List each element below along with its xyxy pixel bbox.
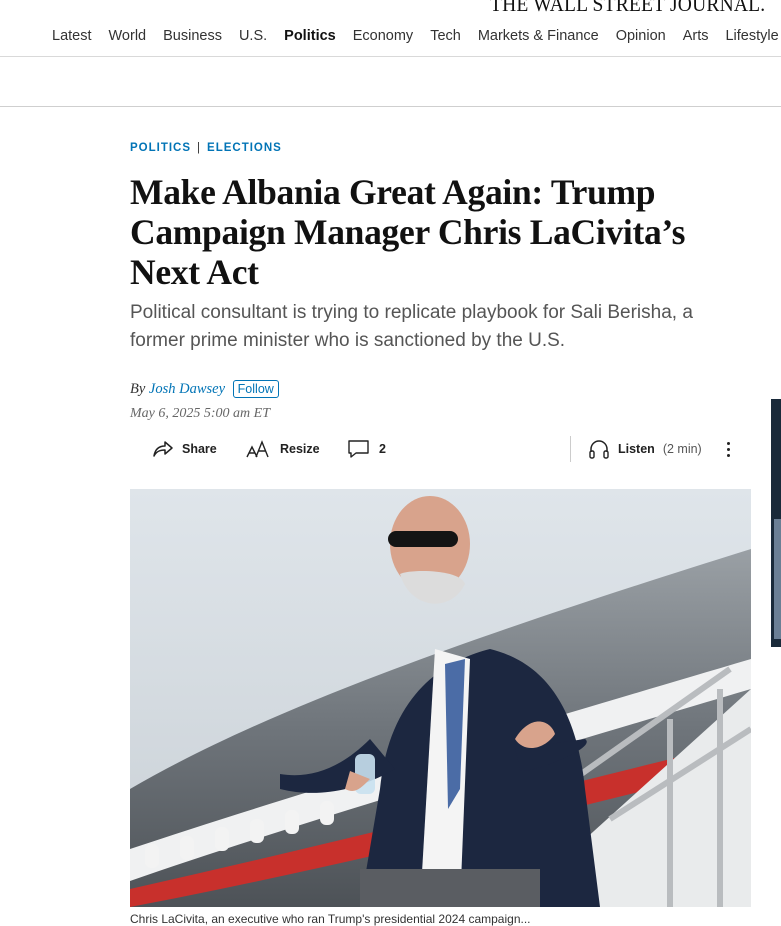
share-button[interactable]: Share — [152, 434, 217, 464]
kicker-separator: | — [197, 142, 202, 154]
nav-economy[interactable]: Economy — [353, 28, 413, 44]
resize-icon — [246, 440, 269, 458]
listen-button[interactable]: Listen (2 min) — [588, 434, 702, 464]
comment-icon — [348, 440, 369, 458]
nav-markets-finance[interactable]: Markets & Finance — [478, 28, 599, 44]
photo-caption: Chris LaCivita, an executive who ran Tru… — [130, 912, 531, 926]
masthead: THE WALL STREET JOURNAL. Latest World Bu… — [0, 0, 781, 57]
comments-count: 2 — [379, 442, 386, 456]
kicker-politics-link[interactable]: POLITICS — [130, 142, 191, 154]
nav-tech[interactable]: Tech — [430, 28, 461, 44]
nav-business[interactable]: Business — [163, 28, 222, 44]
headphones-icon — [589, 440, 609, 459]
ad-banner-slot — [0, 57, 781, 107]
publish-timestamp: May 6, 2025 5:00 am ET — [130, 406, 270, 421]
article-dek: Political consultant is trying to replic… — [130, 302, 693, 351]
toolbar-divider — [570, 436, 571, 462]
byline: By Josh Dawsey Follow — [130, 380, 279, 398]
nav-latest[interactable]: Latest — [52, 28, 92, 44]
nav-world[interactable]: World — [109, 28, 147, 44]
listen-label: Listen — [618, 442, 655, 456]
wsj-logo[interactable]: THE WALL STREET JOURNAL. — [490, 0, 765, 17]
comments-button[interactable]: 2 — [347, 434, 386, 464]
article-headline: Make Albania Great Again: Trump Campaign… — [130, 172, 686, 292]
article-toolbar: Share Resize 2 Listen (2 min) — [150, 434, 740, 464]
nav-opinion[interactable]: Opinion — [616, 28, 666, 44]
share-label: Share — [182, 442, 217, 456]
byline-prefix: By — [130, 381, 146, 397]
resize-button[interactable]: Resize — [246, 434, 320, 464]
nav-us[interactable]: U.S. — [239, 28, 267, 44]
hero-photo-illustration — [130, 489, 751, 907]
author-link[interactable]: Josh Dawsey — [149, 381, 225, 397]
nav-politics[interactable]: Politics — [284, 28, 336, 44]
follow-button[interactable]: Follow — [232, 380, 279, 398]
listen-duration: (2 min) — [662, 442, 702, 456]
nav-lifestyle[interactable]: Lifestyle — [725, 28, 778, 44]
resize-label: Resize — [280, 442, 320, 456]
section-nav: Latest World Business U.S. Politics Econ… — [52, 28, 781, 44]
nav-arts[interactable]: Arts — [683, 28, 709, 44]
share-icon — [153, 441, 173, 457]
article-kicker: POLITICS | ELECTIONS — [130, 142, 282, 154]
side-ad-thumbnail[interactable] — [771, 399, 781, 647]
kicker-elections-link[interactable]: ELECTIONS — [207, 142, 282, 154]
more-icon[interactable] — [727, 434, 730, 464]
article-hero-image — [130, 489, 751, 907]
